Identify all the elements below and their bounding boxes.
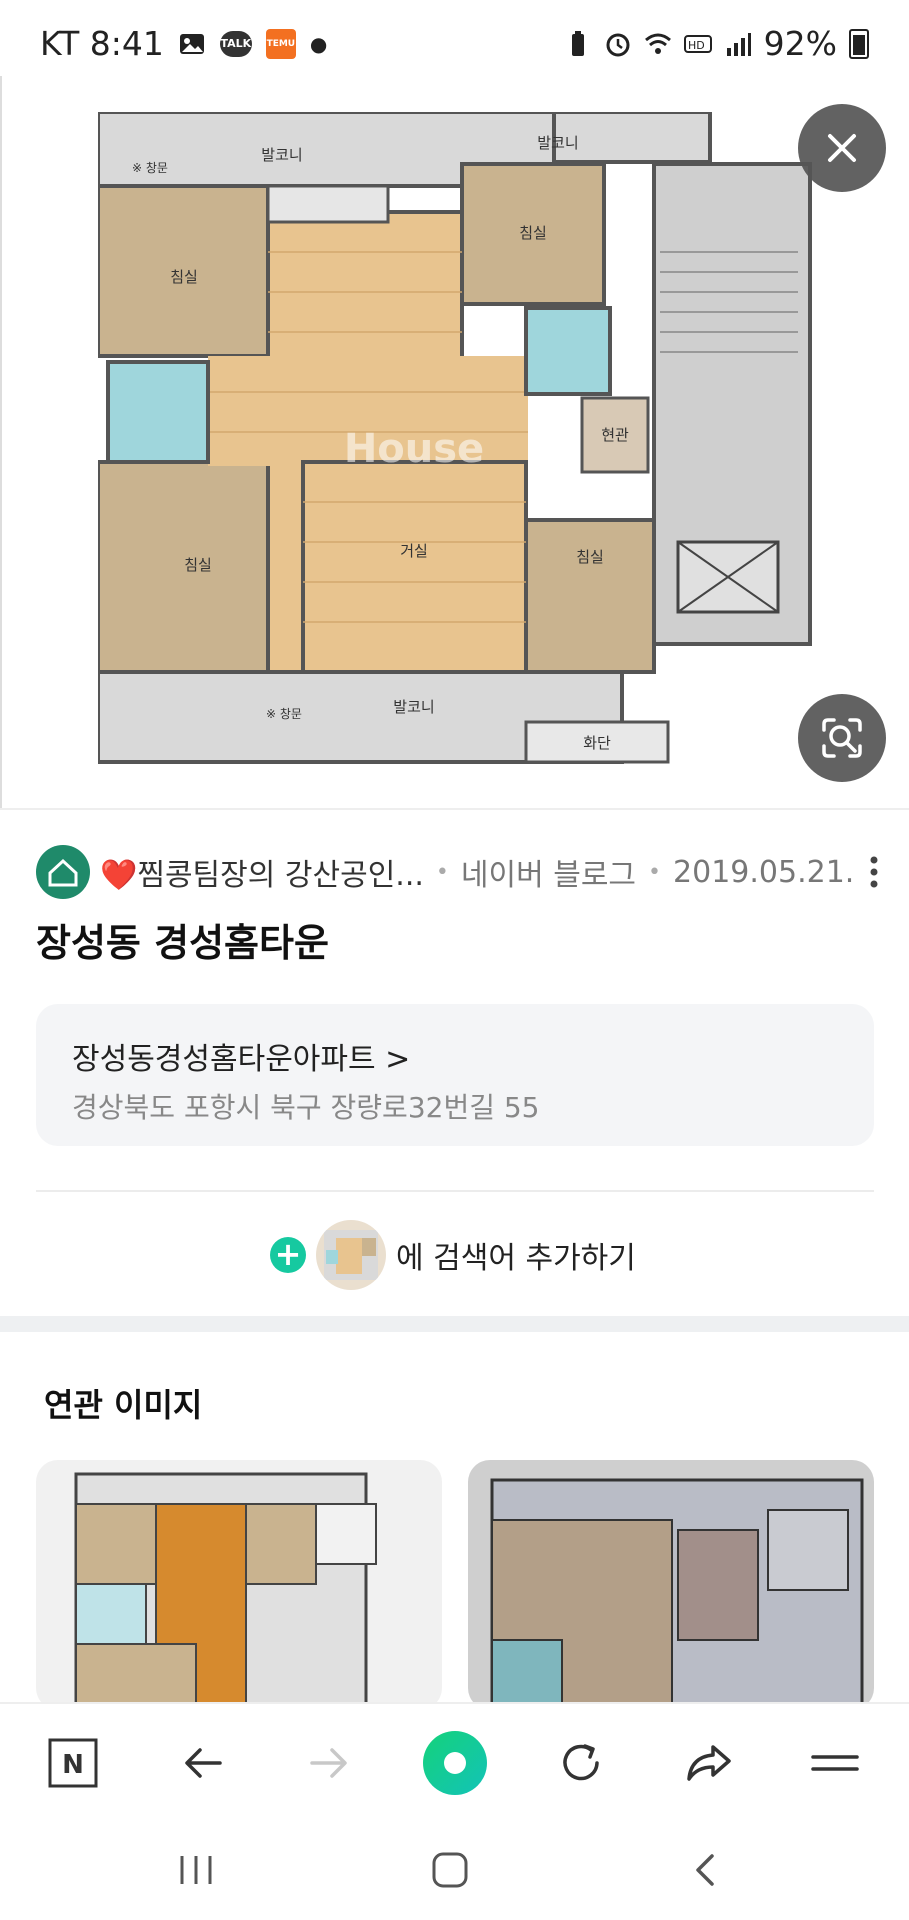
signal-icon: [726, 32, 751, 56]
home-button[interactable]: [420, 1848, 480, 1892]
home-icon: [432, 1852, 468, 1888]
source-platform: 네이버 블로그: [460, 858, 637, 893]
blog-avatar[interactable]: [36, 845, 90, 899]
arrow-left-icon: [185, 1748, 222, 1778]
gallery-icon: [179, 33, 204, 54]
naver-home-button[interactable]: N: [38, 1728, 108, 1798]
separator-dot: •: [648, 859, 662, 885]
divider: [36, 1190, 874, 1192]
alarm-icon: [606, 33, 630, 56]
add-search-label: 에 검색어 추가하기: [396, 1241, 636, 1276]
plan-label-bedroom-2: 침실: [184, 556, 212, 574]
hamburger-menu-icon: [811, 1755, 859, 1771]
plan-label-bedroom-1: 침실: [170, 268, 198, 286]
place-name[interactable]: 장성동경성홈타운아파트 >: [72, 1034, 410, 1078]
floor-plan-image[interactable]: 발코니 발코니 ※ 창문 침실 침실 침실 침실 거실 현관 발코니 ※ 창문 …: [98, 112, 814, 772]
status-bar: KT 8:41 TALK TEMU ● HD 92%: [0, 0, 909, 84]
separator-dot: •: [435, 859, 449, 885]
close-button[interactable]: [798, 104, 886, 192]
svg-text:HD: HD: [688, 39, 705, 52]
plan-label-window-bottom: ※ 창문: [266, 707, 302, 721]
plan-label-entrance: 현관: [601, 426, 629, 444]
related-image-1[interactable]: [36, 1460, 442, 1710]
recent-apps-icon: [180, 1856, 212, 1884]
plus-icon: +: [270, 1237, 306, 1273]
plan-label-balcony-bottom: 발코니: [393, 698, 434, 716]
place-address: 경상북도 포항시 북구 장량로32번길 55: [72, 1091, 540, 1124]
place-card[interactable]: 장성동경성홈타운아파트 > 경상북도 포항시 북구 장량로32번길 55: [36, 1004, 874, 1146]
system-navigation-bar: [0, 1818, 909, 1920]
watermark: House: [344, 426, 484, 472]
related-image-2[interactable]: [468, 1460, 874, 1710]
image-search-button[interactable]: [798, 694, 886, 782]
chevron-left-icon: [696, 1854, 714, 1886]
share-button[interactable]: [674, 1728, 744, 1798]
recent-apps-button[interactable]: [166, 1848, 226, 1892]
plan-label-bedroom-4: 침실: [576, 548, 604, 566]
close-icon: [828, 134, 856, 162]
blog-name[interactable]: ❤️찜콩팀장의 강산공인...: [100, 850, 424, 894]
plan-label-flower-bed: 화단: [583, 734, 611, 752]
forward-button[interactable]: [294, 1728, 364, 1798]
search-image-thumbnail: [316, 1220, 386, 1290]
menu-button[interactable]: [800, 1728, 870, 1798]
more-options-icon[interactable]: [862, 844, 886, 900]
source-row[interactable]: ❤️찜콩팀장의 강산공인... • 네이버 블로그 • 2019.05.21.: [36, 844, 886, 900]
notification-dot-icon: ●: [309, 31, 328, 56]
plan-label-living: 거실: [400, 542, 428, 560]
image-title[interactable]: 장성동 경성홈타운: [36, 912, 329, 967]
arrow-right-icon: [310, 1748, 347, 1778]
system-back-button[interactable]: [676, 1848, 736, 1892]
carrier-time: KT 8:41: [40, 24, 164, 63]
naver-n-icon: N: [48, 1738, 98, 1788]
plan-label-bedroom-3: 침실: [519, 224, 547, 242]
house-logo-icon: [48, 858, 78, 887]
refresh-button[interactable]: [546, 1728, 616, 1798]
lens-search-icon: [822, 718, 862, 758]
green-dot-icon: [423, 1731, 487, 1795]
section-separator: [0, 1316, 909, 1332]
plan-label-window-top: ※ 창문: [132, 161, 168, 175]
plan-label-balcony-top-right: 발코니: [537, 134, 578, 152]
wifi-icon: [644, 33, 671, 54]
hd-voice-icon: HD: [683, 34, 712, 53]
battery-percent: 92%: [763, 24, 837, 63]
temu-icon: TEMU: [265, 28, 296, 59]
browser-toolbar: N: [0, 1702, 909, 1820]
back-button[interactable]: [168, 1728, 238, 1798]
image-viewer[interactable]: 발코니 발코니 ※ 창문 침실 침실 침실 침실 거실 현관 발코니 ※ 창문 …: [0, 76, 909, 808]
battery-saver-icon: [571, 30, 584, 56]
divider: [0, 808, 909, 810]
post-date: 2019.05.21.: [673, 854, 855, 890]
svg-text:N: N: [62, 1750, 84, 1780]
related-images-title: 연관 이미지: [44, 1386, 203, 1424]
add-search-term-button[interactable]: + 에 검색어 추가하기: [270, 1220, 636, 1290]
battery-icon: [849, 28, 869, 59]
green-dot-button[interactable]: [420, 1728, 490, 1798]
kakaotalk-icon: TALK: [219, 30, 252, 57]
plan-label-balcony-top-left: 발코니: [261, 146, 302, 164]
share-arrow-icon: [687, 1745, 731, 1781]
refresh-icon: [563, 1744, 599, 1781]
